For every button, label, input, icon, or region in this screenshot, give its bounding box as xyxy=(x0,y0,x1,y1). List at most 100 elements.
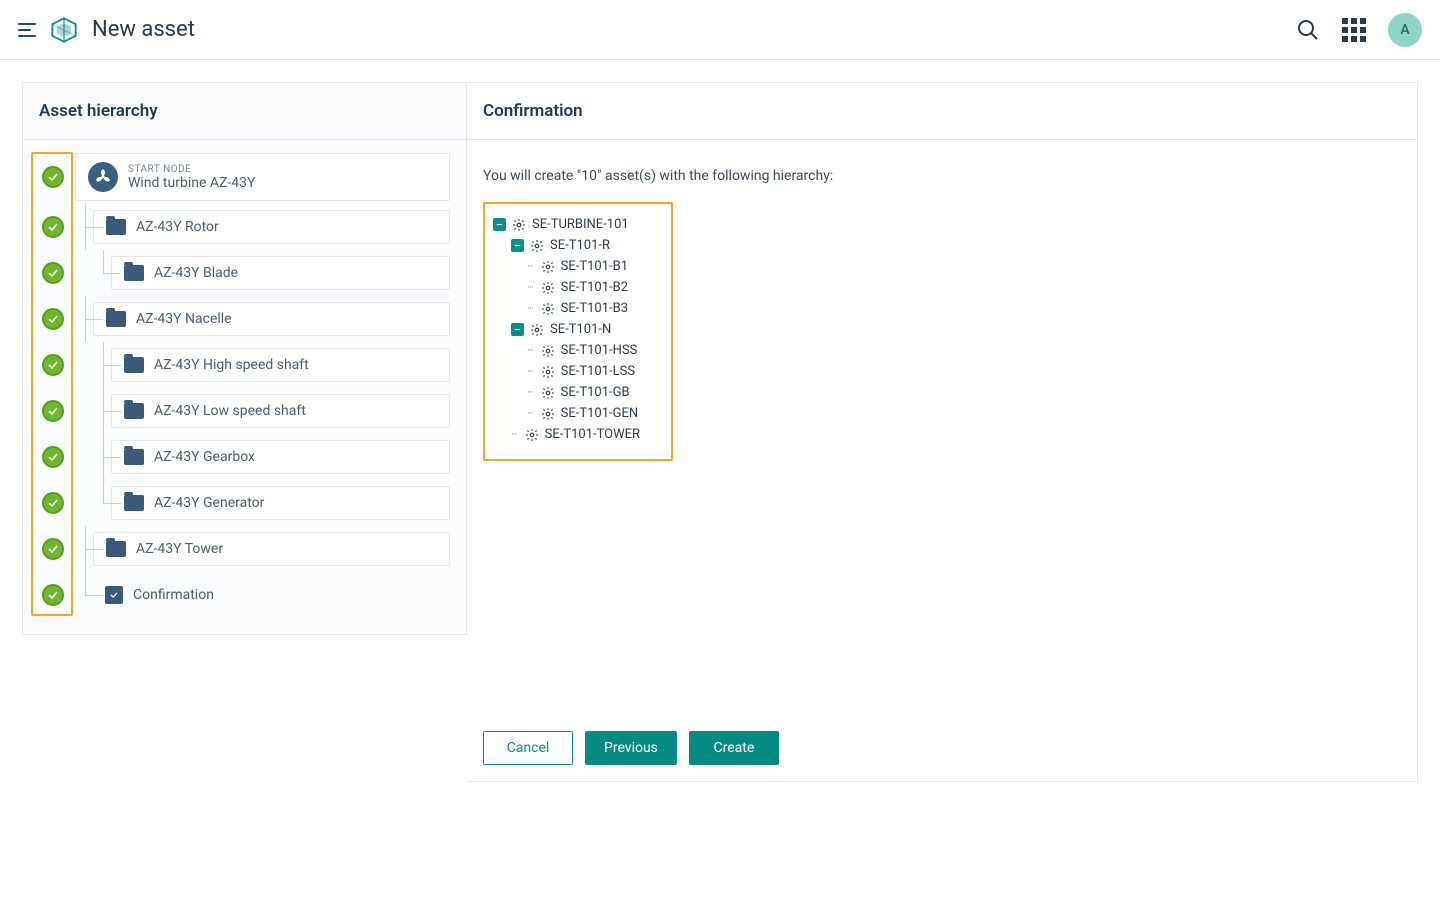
step-node-card[interactable]: START NODEWind turbine AZ-43Y xyxy=(75,153,450,201)
step-node-col: AZ-43Y Blade xyxy=(75,250,458,296)
preview-node[interactable]: ···SE-T101-B3 xyxy=(493,298,661,319)
avatar[interactable]: A xyxy=(1388,13,1422,47)
gear-icon xyxy=(530,323,544,337)
workspace: Asset hierarchy START NODEWind turbine A… xyxy=(0,60,1440,804)
confirmation-title: Confirmation xyxy=(467,83,1417,140)
step-status-col xyxy=(31,526,75,572)
step-status-col xyxy=(31,296,75,342)
folder-icon xyxy=(124,495,144,511)
tree-connector-icon: ··· xyxy=(527,260,533,273)
step-node-card[interactable]: AZ-43Y Blade xyxy=(111,256,450,290)
gear-icon xyxy=(512,218,526,232)
step-node-col: AZ-43Y High speed shaft xyxy=(75,342,458,388)
tree-connector-icon: ··· xyxy=(527,365,533,378)
step-node-card[interactable]: AZ-43Y Gearbox xyxy=(111,440,450,474)
folder-icon xyxy=(106,311,126,327)
preview-node-label: SE-TURBINE-101 xyxy=(532,217,629,232)
gear-icon xyxy=(541,260,555,274)
preview-node[interactable]: SE-T101-R xyxy=(493,235,661,256)
step-label: AZ-43Y Nacelle xyxy=(136,311,232,327)
folder-icon xyxy=(124,265,144,281)
step-node-col: START NODEWind turbine AZ-43Y xyxy=(75,150,458,204)
step-node-card[interactable]: AZ-43Y Low speed shaft xyxy=(111,394,450,428)
collapse-icon[interactable] xyxy=(511,239,524,252)
create-button[interactable]: Create xyxy=(689,731,779,765)
hierarchy-steps: START NODEWind turbine AZ-43Y AZ-43Y Roto… xyxy=(23,140,466,634)
step-node-card[interactable]: AZ-43Y Rotor xyxy=(93,210,450,244)
tree-connector-icon: ··· xyxy=(511,428,517,441)
hierarchy-step[interactable]: Confirmation xyxy=(31,572,458,618)
step-status-col xyxy=(31,480,75,526)
step-node-card[interactable]: AZ-43Y Generator xyxy=(111,486,450,520)
asset-hierarchy-panel: Asset hierarchy START NODEWind turbine A… xyxy=(22,82,467,635)
preview-node[interactable]: SE-T101-N xyxy=(493,319,661,340)
hierarchy-step[interactable]: AZ-43Y Low speed shaft xyxy=(31,388,458,434)
gear-icon xyxy=(530,239,544,253)
hierarchy-step[interactable]: AZ-43Y Gearbox xyxy=(31,434,458,480)
hierarchy-step[interactable]: AZ-43Y Blade xyxy=(31,250,458,296)
gear-icon xyxy=(541,365,555,379)
step-node-card[interactable]: AZ-43Y High speed shaft xyxy=(111,348,450,382)
top-bar: New asset A xyxy=(0,0,1440,60)
step-node-col: AZ-43Y Generator xyxy=(75,480,458,526)
hierarchy-step[interactable]: AZ-43Y Tower xyxy=(31,526,458,572)
step-label: AZ-43Y High speed shaft xyxy=(154,357,309,373)
apps-icon[interactable] xyxy=(1342,18,1366,42)
preview-node-label: SE-T101-B3 xyxy=(561,301,628,316)
preview-node[interactable]: SE-TURBINE-101 xyxy=(493,214,661,235)
cancel-button[interactable]: Cancel xyxy=(483,731,573,765)
preview-node-label: SE-T101-B2 xyxy=(561,280,628,295)
step-status-col xyxy=(31,150,75,204)
collapse-icon[interactable] xyxy=(493,218,506,231)
preview-node[interactable]: ···SE-T101-GB xyxy=(493,382,661,403)
preview-node[interactable]: ··· SE-T101-GEN xyxy=(493,403,661,424)
gear-icon xyxy=(525,428,539,442)
hierarchy-step[interactable]: START NODEWind turbine AZ-43Y xyxy=(31,150,458,204)
asset-hierarchy-title: Asset hierarchy xyxy=(23,83,466,140)
gear-icon xyxy=(541,302,555,316)
step-label: AZ-43Y Tower xyxy=(136,541,223,557)
preview-node[interactable]: ···SE-T101-LSS xyxy=(493,361,661,382)
top-bar-left: New asset xyxy=(18,16,195,44)
wizard-footer: Cancel Previous Create xyxy=(467,715,1417,781)
tree-connector-icon: ··· xyxy=(527,344,533,357)
preview-node[interactable]: ··· SE-T101-TOWER xyxy=(493,424,661,445)
previous-button[interactable]: Previous xyxy=(585,731,677,765)
step-node-col: AZ-43Y Tower xyxy=(75,526,458,572)
preview-node-label: SE-T101-GEN xyxy=(561,406,639,421)
folder-icon xyxy=(106,541,126,557)
page-title: New asset xyxy=(92,17,195,42)
preview-node[interactable]: ··· SE-T101-B1 xyxy=(493,256,661,277)
check-circle-icon xyxy=(42,308,64,330)
folder-icon xyxy=(124,403,144,419)
check-circle-icon xyxy=(42,262,64,284)
hierarchy-step[interactable]: AZ-43Y Rotor xyxy=(31,204,458,250)
search-icon[interactable] xyxy=(1296,18,1320,42)
preview-node-label: SE-T101-B1 xyxy=(561,259,628,274)
preview-node[interactable]: ··· SE-T101-B2 xyxy=(493,277,661,298)
step-status-col xyxy=(31,342,75,388)
tree-connector-icon: ··· xyxy=(527,281,533,294)
step-node-card[interactable]: Confirmation xyxy=(93,578,450,612)
hierarchy-step[interactable]: AZ-43Y Generator xyxy=(31,480,458,526)
tree-connector-icon: ··· xyxy=(527,407,533,420)
fan-icon xyxy=(88,162,118,192)
tree-connector-icon: ··· xyxy=(527,386,533,399)
step-label: AZ-43Y Rotor xyxy=(136,219,219,235)
preview-node[interactable]: ···SE-T101-HSS xyxy=(493,340,661,361)
step-status-col xyxy=(31,388,75,434)
top-bar-right: A xyxy=(1296,13,1422,47)
check-circle-icon xyxy=(42,584,64,606)
step-node-card[interactable]: AZ-43Y Nacelle xyxy=(93,302,450,336)
preview-node-label: SE-T101-TOWER xyxy=(545,427,640,442)
step-node-card[interactable]: AZ-43Y Tower xyxy=(93,532,450,566)
step-label: AZ-43Y Generator xyxy=(154,495,264,511)
gear-icon xyxy=(541,344,555,358)
step-node-col: Confirmation xyxy=(75,572,458,618)
hierarchy-step[interactable]: AZ-43Y High speed shaft xyxy=(31,342,458,388)
menu-icon[interactable] xyxy=(18,23,36,37)
hierarchy-step[interactable]: AZ-43Y Nacelle xyxy=(31,296,458,342)
collapse-icon[interactable] xyxy=(511,323,524,336)
folder-icon xyxy=(124,357,144,373)
folder-icon xyxy=(124,449,144,465)
